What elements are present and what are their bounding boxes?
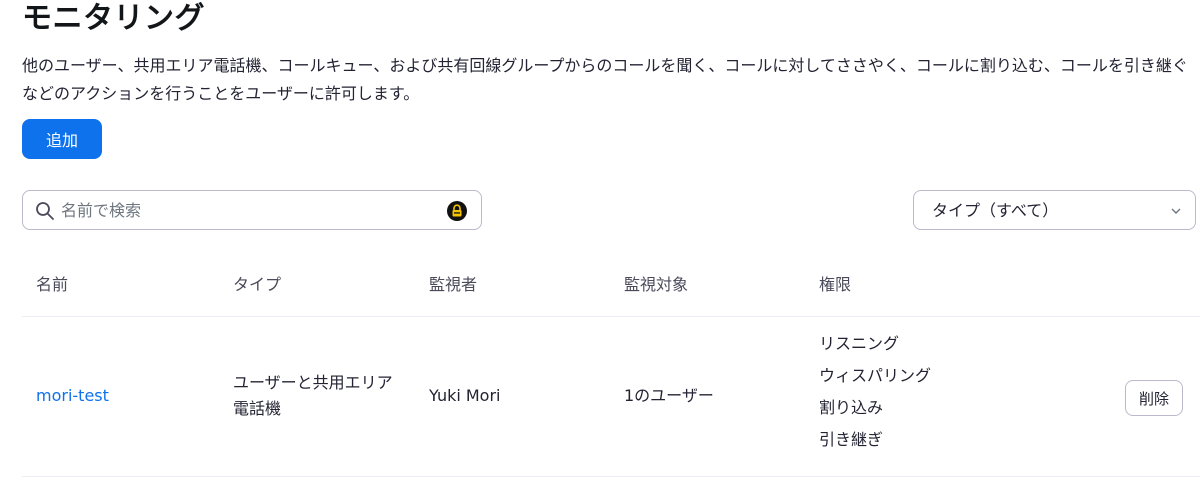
add-button[interactable]: 追加 (22, 119, 102, 159)
permission-item: ウィスパリング (819, 366, 932, 385)
permission-item: 引き継ぎ (819, 430, 884, 449)
page-description: 他のユーザー、共用エリア電話機、コールキュー、および共有回線グループからのコール… (22, 56, 1188, 103)
column-header-type: タイプ (233, 275, 282, 294)
chevron-down-icon (1171, 208, 1181, 214)
column-header-permissions: 権限 (819, 275, 852, 294)
table-divider (22, 316, 1200, 317)
permission-item: リスニング (819, 334, 900, 353)
row-type: ユーザーと共用エリア電話機 (233, 373, 393, 418)
type-filter-dropdown[interactable]: タイプ（すべて） (913, 190, 1196, 230)
delete-button[interactable]: 削除 (1125, 380, 1183, 416)
search-box[interactable] (22, 190, 482, 230)
search-icon (36, 202, 54, 220)
type-filter-value: タイプ（すべて） (932, 201, 1059, 220)
page-title: モニタリング (22, 1, 205, 36)
permission-item: 割り込み (819, 398, 884, 417)
search-input[interactable] (61, 197, 421, 223)
lock-icon[interactable] (447, 201, 467, 221)
row-monitor: Yuki Mori (429, 386, 501, 405)
column-header-monitor: 監視者 (429, 275, 478, 294)
row-target: 1のユーザー (624, 386, 714, 405)
row-name-link[interactable]: mori-test (36, 383, 109, 409)
column-header-name: 名前 (36, 275, 69, 294)
column-header-target: 監視対象 (624, 275, 689, 294)
table-divider (22, 476, 1200, 477)
